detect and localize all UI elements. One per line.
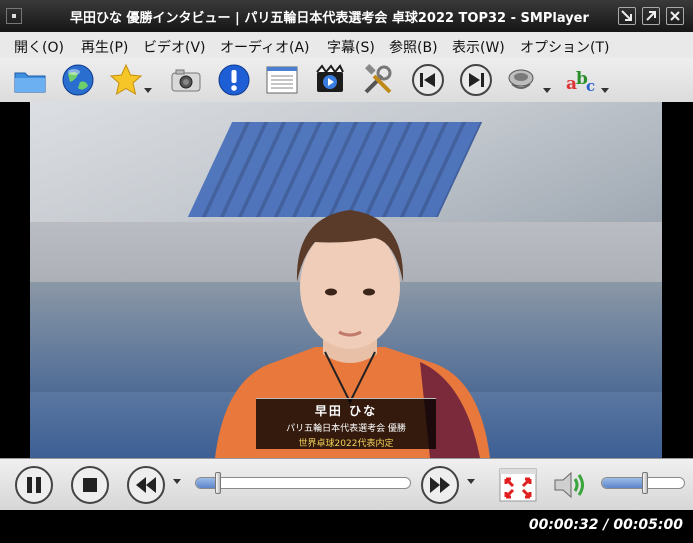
caption-name: 早田 ひな [314, 404, 378, 418]
minimize-icon [621, 10, 632, 21]
name-caption: 早田 ひな パリ五輪日本代表選考会 優勝 世界卓球2022代表内定 [256, 398, 436, 449]
fullscreen-icon [499, 468, 537, 502]
subtitle-dropdown-icon[interactable] [601, 88, 609, 93]
speaker-icon [554, 471, 584, 499]
video-equalizer-button[interactable] [312, 62, 348, 98]
rewind-dropdown-icon[interactable] [173, 479, 181, 484]
playlist-icon [266, 66, 298, 94]
rewind-button[interactable] [126, 465, 166, 505]
control-bar [0, 458, 693, 511]
volume-handle[interactable] [641, 472, 648, 494]
next-button[interactable] [458, 62, 494, 98]
time-display: 00:00:32 / 00:05:00 [528, 517, 683, 533]
info-icon [218, 64, 250, 96]
subtitle-button[interactable]: a b c [564, 62, 600, 98]
forward-icon [421, 466, 459, 504]
preferences-tools-icon [364, 64, 392, 94]
audio-track-icon [508, 69, 534, 89]
fullscreen-button[interactable] [498, 465, 538, 505]
menu-subtitles[interactable]: 字幕(S) [327, 37, 375, 57]
open-url-button[interactable] [60, 62, 96, 98]
svg-text:c: c [586, 77, 595, 95]
playlist-button[interactable] [264, 62, 300, 98]
menu-open[interactable]: 開く(O) [14, 37, 64, 57]
info-button[interactable] [216, 62, 252, 98]
subtitle-icon: a b c [566, 69, 595, 95]
window-menu-button[interactable] [6, 8, 22, 24]
previous-icon [412, 64, 444, 96]
window-title: 早田ひな 優勝インタビュー | パリ五輪日本代表選考会 卓球2022 TOP32… [70, 11, 589, 26]
video-equalizer-icon [316, 64, 344, 92]
video-frame: 早田 ひな パリ五輪日本代表選考会 優勝 世界卓球2022代表内定 [30, 102, 662, 458]
favorites-dropdown-icon[interactable] [144, 88, 152, 93]
seek-bar[interactable] [195, 477, 411, 489]
title-bar: 早田ひな 優勝インタビュー | パリ五輪日本代表選考会 卓球2022 TOP32… [0, 0, 693, 32]
previous-button[interactable] [410, 62, 446, 98]
forward-button[interactable] [420, 465, 460, 505]
screenshot-button[interactable] [168, 62, 204, 98]
menu-browse[interactable]: 参照(B) [389, 37, 438, 57]
seek-handle[interactable] [215, 472, 222, 494]
close-icon [670, 11, 680, 21]
menu-bar: 開く(O) 再生(P) ビデオ(V) オーディオ(A) 字幕(S) 参照(B) … [0, 32, 693, 58]
caption-subtitle: 世界卓球2022代表内定 [298, 439, 394, 449]
rewind-icon [127, 466, 165, 504]
forward-dropdown-icon[interactable] [467, 479, 475, 484]
screenshot-camera-icon [171, 69, 201, 92]
minimize-button[interactable] [618, 7, 636, 25]
menu-options[interactable]: オプション(T) [520, 37, 609, 57]
pause-button[interactable] [14, 465, 54, 505]
preferences-button[interactable] [360, 62, 396, 98]
maximize-icon [646, 11, 656, 21]
globe-icon [62, 64, 94, 96]
maximize-button[interactable] [642, 7, 660, 25]
favorites-button[interactable] [108, 62, 144, 98]
menu-audio[interactable]: オーディオ(A) [220, 37, 310, 57]
folder-icon [14, 72, 46, 93]
status-bar: 00:00:32 / 00:05:00 [0, 510, 693, 543]
pause-icon [15, 466, 53, 504]
audio-track-button[interactable] [506, 62, 542, 98]
menu-view[interactable]: 表示(W) [452, 37, 505, 57]
favorites-star-icon [109, 63, 143, 96]
menu-play[interactable]: 再生(P) [81, 37, 128, 57]
audio-track-dropdown-icon[interactable] [543, 88, 551, 93]
close-button[interactable] [666, 7, 684, 25]
video-area[interactable]: 早田 ひな パリ五輪日本代表選考会 優勝 世界卓球2022代表内定 [0, 102, 693, 458]
next-icon [460, 64, 492, 96]
main-toolbar: a b c [0, 58, 693, 103]
stop-icon [71, 466, 109, 504]
open-file-button[interactable] [12, 62, 48, 98]
volume-level [602, 478, 645, 488]
menu-video[interactable]: ビデオ(V) [143, 37, 206, 57]
stop-button[interactable] [70, 465, 110, 505]
mute-button[interactable] [551, 465, 591, 505]
caption-title: パリ五輪日本代表選考会 優勝 [286, 424, 406, 434]
